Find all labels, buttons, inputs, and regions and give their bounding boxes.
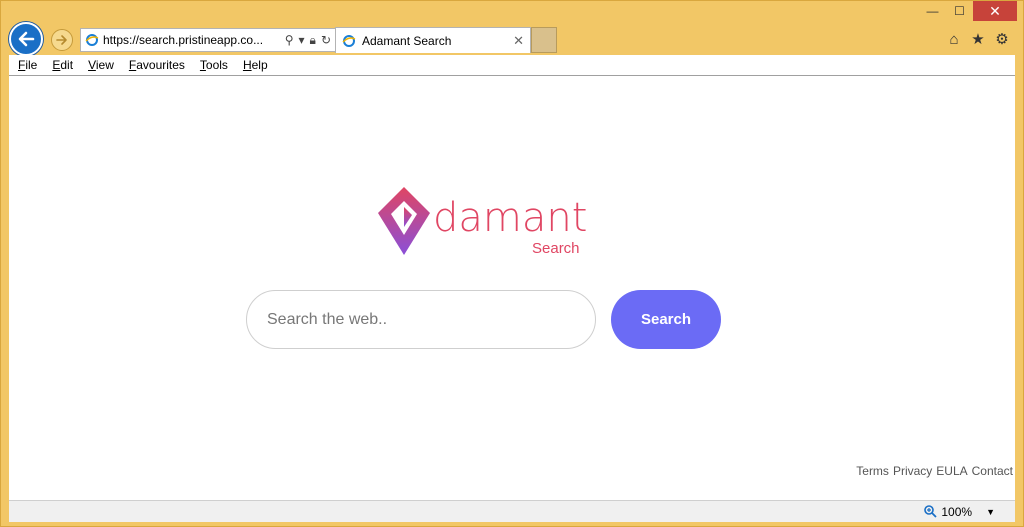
page-content: damant Search Search Terms Privacy EULA … <box>9 76 1015 500</box>
ie-favicon-icon <box>342 34 356 47</box>
tab-title: Adamant Search <box>362 33 452 48</box>
home-icon[interactable]: ⌂ <box>945 30 963 48</box>
back-button[interactable] <box>9 22 43 56</box>
ie-favicon-icon <box>85 34 99 46</box>
zoom-level: 100% <box>941 504 973 519</box>
zoom-magnifier-icon <box>924 505 938 518</box>
diamond-logo-icon <box>378 187 430 255</box>
footer-link-contact[interactable]: Contact <box>972 464 1013 478</box>
browser-window: — ☐ ✕ https://search.pristineapp.co... ⚲… <box>0 0 1024 527</box>
refresh-icon[interactable]: ↻ <box>321 33 331 47</box>
menu-bar: File Edit View Favourites Tools Help <box>9 55 1015 76</box>
navigation-bar: https://search.pristineapp.co... ⚲ ▾ 🔒︎ … <box>9 21 1015 56</box>
footer-link-terms[interactable]: Terms <box>856 464 889 478</box>
menu-edit[interactable]: Edit <box>52 58 73 72</box>
forward-button[interactable] <box>51 29 73 51</box>
footer-link-eula[interactable]: EULA <box>936 464 967 478</box>
gear-icon[interactable]: ⚙ <box>993 30 1011 48</box>
logo-subtitle: Search <box>532 240 580 257</box>
maximize-button[interactable]: ☐ <box>946 1 973 21</box>
url-text[interactable]: https://search.pristineapp.co... <box>103 33 280 47</box>
minimize-button[interactable]: — <box>919 1 946 21</box>
zoom-dropdown-icon[interactable]: ▼ <box>986 507 995 517</box>
footer-link-privacy[interactable]: Privacy <box>893 464 932 478</box>
search-icon[interactable]: ⚲ <box>285 33 294 47</box>
menu-file[interactable]: File <box>18 58 37 72</box>
adamant-logo: damant Search <box>376 185 606 265</box>
address-bar[interactable]: https://search.pristineapp.co... ⚲ ▾ 🔒︎ … <box>80 28 336 52</box>
browser-toolbar-icons: ⌂ ★ ⚙ <box>945 30 1011 49</box>
window-controls: — ☐ ✕ <box>919 1 1017 21</box>
close-window-button[interactable]: ✕ <box>973 1 1017 21</box>
search-button[interactable]: Search <box>611 290 721 349</box>
lock-icon[interactable]: 🔒︎ <box>310 33 316 48</box>
forward-arrow-icon <box>56 35 67 45</box>
menu-view[interactable]: View <box>88 58 114 72</box>
status-bar: 100% ▼ <box>9 500 1015 522</box>
footer-links: Terms Privacy EULA Contact <box>856 464 1013 478</box>
tab-adamant-search[interactable]: Adamant Search ✕ <box>335 27 531 53</box>
new-tab-button[interactable] <box>531 27 557 53</box>
zoom-control[interactable]: 100% ▼ <box>924 505 995 519</box>
search-input[interactable] <box>246 290 596 349</box>
back-arrow-icon <box>18 31 35 47</box>
menu-tools[interactable]: Tools <box>200 58 228 72</box>
dropdown-icon[interactable]: ▾ <box>299 33 305 47</box>
tab-close-icon[interactable]: ✕ <box>513 33 524 49</box>
favorites-star-icon[interactable]: ★ <box>969 30 987 48</box>
menu-help[interactable]: Help <box>243 58 268 72</box>
menu-favourites[interactable]: Favourites <box>129 58 185 72</box>
logo-wordmark: damant <box>433 195 588 241</box>
